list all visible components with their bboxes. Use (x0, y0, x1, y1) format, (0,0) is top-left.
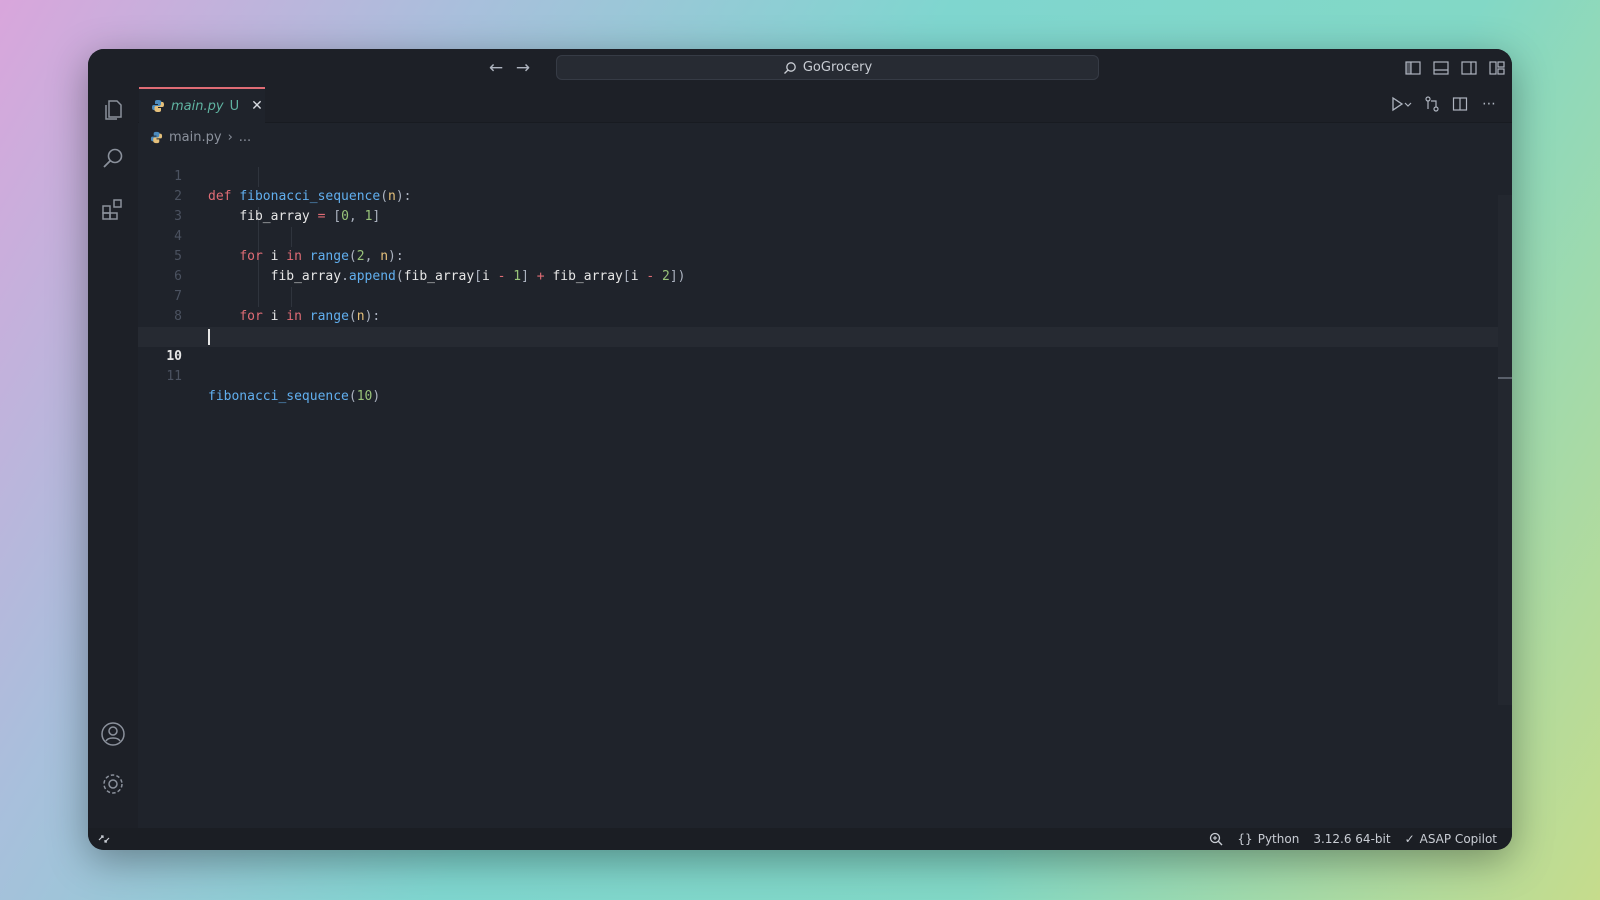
code-line-active: 10 (138, 327, 1498, 364)
account-icon[interactable] (100, 721, 126, 747)
python-icon (152, 100, 164, 112)
gear-icon[interactable] (100, 771, 126, 797)
status-bar: {} Python 3.12.6 64-bit ✓ ASAP Copilot (88, 828, 1512, 850)
code-line: 6 (138, 247, 1498, 284)
code-line: 2 fib_array = [0, 1] (138, 167, 1498, 224)
toggle-primary-sidebar-icon[interactable] (1404, 59, 1422, 77)
vertical-scrollbar[interactable] (1498, 195, 1512, 705)
editor-actions: ⋯ (1390, 96, 1498, 112)
chevron-right-icon: › (227, 129, 233, 145)
breadcrumb-more[interactable]: ... (239, 130, 251, 145)
status-bar-right: {} Python 3.12.6 64-bit ✓ ASAP Copilot (1202, 828, 1504, 850)
remote-icon (98, 835, 110, 843)
editor-window: ← → GoGrocery main.py U ✕ ⋯ main.py › ..… (88, 49, 1512, 850)
play-icon[interactable] (1390, 96, 1412, 112)
more-actions-icon[interactable]: ⋯ (1480, 96, 1498, 112)
copilot-label: ASAP Copilot (1419, 832, 1497, 846)
interpreter-label: 3.12.6 64-bit (1313, 832, 1391, 846)
editor-tabs: main.py U ✕ ⋯ (138, 87, 1512, 123)
layout-controls (1404, 59, 1506, 77)
text-cursor (208, 329, 210, 345)
customize-layout-icon[interactable] (1488, 59, 1506, 77)
breadcrumb: main.py › ... (150, 127, 251, 147)
search-label: GoGrocery (802, 60, 873, 75)
interpreter-version[interactable]: 3.12.6 64-bit (1306, 832, 1397, 846)
toggle-secondary-sidebar-icon[interactable] (1460, 59, 1478, 77)
copilot-status[interactable]: ✓ ASAP Copilot (1398, 832, 1504, 846)
command-center-search[interactable]: GoGrocery (556, 55, 1099, 80)
code-text: fibonacci_sequence(10) (208, 389, 381, 404)
files-icon[interactable] (100, 97, 126, 123)
language-label: Python (1257, 832, 1300, 846)
zoom-icon (1210, 832, 1223, 846)
code-line: 8 print(fib_array[i]) (138, 287, 1498, 344)
code-line: 5 fib_array.append(fib_array[i - 1] + fi… (138, 227, 1498, 284)
open-changes-icon[interactable] (1424, 96, 1440, 112)
line-number: 11 (166, 369, 182, 384)
activity-bar (88, 87, 138, 828)
tab-filename: main.py (171, 98, 224, 114)
toggle-panel-icon[interactable] (1432, 59, 1450, 77)
tab-main-py[interactable]: main.py U ✕ (139, 87, 265, 123)
scrollbar-thumb[interactable] (1498, 377, 1512, 379)
check-icon: ✓ (1404, 832, 1415, 846)
back-arrow-icon[interactable]: ← (486, 58, 506, 78)
code-line: 4 for i in range(2, n): (138, 207, 1498, 264)
forward-arrow-icon[interactable]: → (513, 58, 533, 78)
title-bar: ← → GoGrocery (88, 49, 1512, 87)
code-line: 3 (138, 187, 1498, 224)
code-editor[interactable]: 1 def fibonacci_sequence(n): 2 fib_array… (138, 147, 1512, 828)
search-icon (783, 61, 796, 74)
language-mode[interactable]: {} Python (1230, 832, 1306, 846)
braces-icon: {} (1237, 832, 1253, 846)
code-line: 9 (138, 307, 1498, 344)
close-icon[interactable]: ✕ (251, 98, 263, 114)
code-line: 1 def fibonacci_sequence(n): (138, 147, 1498, 204)
python-icon (150, 131, 163, 143)
split-editor-icon[interactable] (1452, 96, 1468, 112)
code-line: 11 fibonacci_sequence(10) (138, 347, 1498, 404)
remote-indicator[interactable] (88, 833, 117, 845)
code-line: 7 for i in range(n): (138, 267, 1498, 324)
search-icon[interactable] (100, 146, 126, 172)
extensions-icon[interactable] (100, 196, 126, 222)
tab-modified-badge: U (229, 98, 240, 114)
zoom-indicator[interactable] (1202, 832, 1230, 846)
breadcrumb-file[interactable]: main.py (169, 130, 222, 145)
